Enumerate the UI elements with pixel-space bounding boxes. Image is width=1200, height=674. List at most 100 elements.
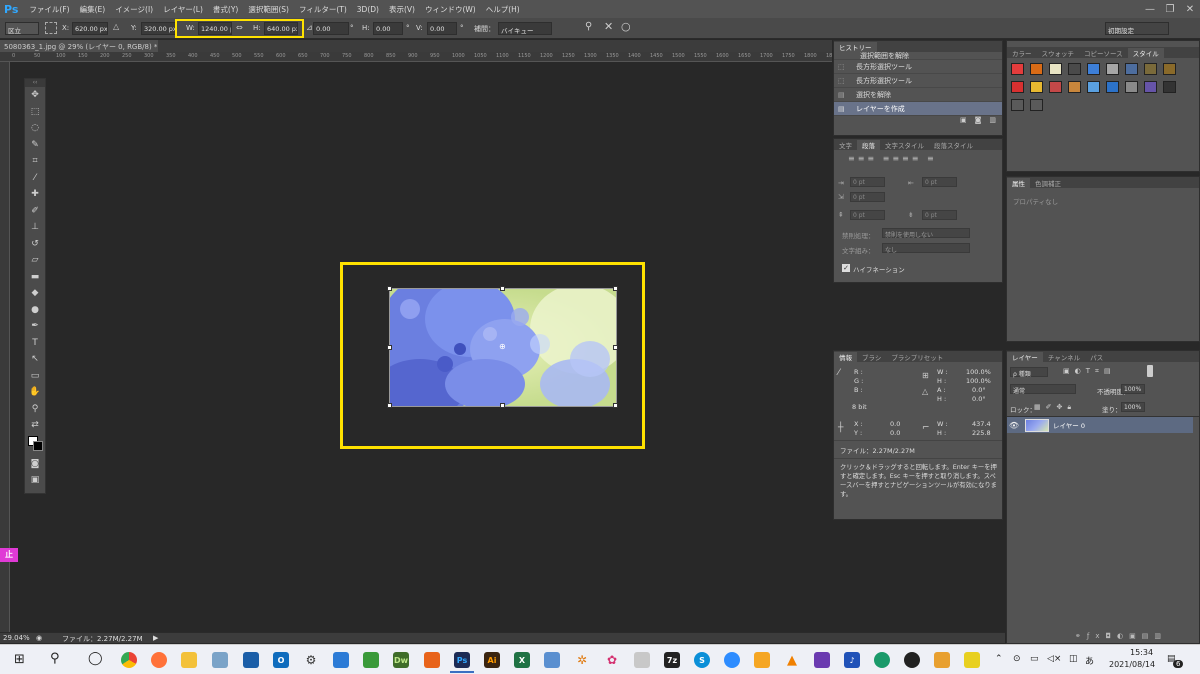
menu-window[interactable]: ウィンドウ(W) (420, 4, 481, 15)
transform-handle-tr[interactable] (613, 286, 618, 291)
close-window-button[interactable]: ✕ (1180, 4, 1200, 15)
y-field[interactable]: 320.00 px (141, 22, 177, 35)
document-tab[interactable]: 5080363_1.jpg @ 29% (レイヤー 0, RGB/8) * (0, 40, 158, 52)
shape-tool-icon[interactable]: ▭ (25, 368, 45, 385)
clone-stamp-icon[interactable]: ⊥ (25, 219, 45, 236)
filter-toggle-icon[interactable] (1147, 365, 1153, 377)
minimize-button[interactable]: — (1140, 4, 1160, 15)
app-icon[interactable] (874, 652, 890, 668)
x-field[interactable]: 620.00 px (72, 22, 108, 35)
vskew-field[interactable]: 0.00 (427, 22, 457, 35)
status-icon[interactable]: ◉ (36, 634, 42, 642)
reference-point-icon[interactable] (45, 22, 57, 34)
clock-time[interactable]: 15:34 (1130, 648, 1153, 657)
menu-filter[interactable]: フィルター(T) (294, 4, 352, 15)
menu-view[interactable]: 表示(V) (384, 4, 420, 15)
app-icon[interactable] (544, 652, 560, 668)
butterfly-icon[interactable]: ✲ (574, 652, 590, 668)
menu-help[interactable]: ヘルプ(H) (481, 4, 525, 15)
tab-character-style[interactable]: 文字スタイル (880, 140, 929, 150)
firefox-icon[interactable] (151, 652, 167, 668)
pen-tool-icon[interactable]: ✒ (25, 318, 45, 335)
style-swatch[interactable] (1068, 63, 1081, 75)
settings-gear-icon[interactable]: ⚙ (303, 652, 319, 668)
style-swatch[interactable] (1106, 63, 1119, 75)
dreamweaver-icon[interactable]: Dw (393, 652, 409, 668)
app-icon[interactable] (634, 652, 650, 668)
background-color[interactable] (33, 440, 43, 451)
history-item[interactable]: 選択範囲を解除 (834, 52, 1002, 60)
style-swatch[interactable] (1163, 63, 1176, 75)
app-icon[interactable] (363, 652, 379, 668)
blur-tool-icon[interactable]: ◆ (25, 285, 45, 302)
eyedropper-tool-icon[interactable]: ⁄ (25, 170, 45, 187)
history-item[interactable]: ⬚ 長方形選択ツール (834, 60, 1002, 74)
record-app-icon[interactable] (904, 652, 920, 668)
style-swatch[interactable] (1011, 81, 1024, 93)
first-line-field[interactable]: 0 pt (850, 192, 885, 202)
app-icon[interactable] (212, 652, 228, 668)
angle-field[interactable]: 0.00 (313, 22, 349, 35)
transform-handle-t[interactable] (500, 286, 505, 291)
app-icon[interactable] (934, 652, 950, 668)
zoom-tool-icon[interactable]: ⚲ (25, 401, 45, 418)
fill-field[interactable]: 100% (1121, 402, 1145, 412)
tab-swatches[interactable]: スウォッチ (1037, 48, 1080, 58)
tray-chevron-icon[interactable]: ⌃ (995, 654, 1003, 664)
style-swatch[interactable] (1106, 81, 1119, 93)
new-doc-icon[interactable]: ▣ (960, 116, 967, 126)
hand-tool-icon[interactable]: ✋ (25, 384, 45, 401)
menu-image[interactable]: イメージ(I) (110, 4, 158, 15)
dodge-tool-icon[interactable]: ● (25, 302, 45, 319)
transform-handle-b[interactable] (500, 403, 505, 408)
style-swatch[interactable] (1125, 63, 1138, 75)
transform-handle-tl[interactable] (387, 286, 392, 291)
transform-handle-r[interactable] (613, 345, 618, 350)
chrome-icon[interactable] (121, 652, 137, 668)
style-swatch[interactable] (1144, 81, 1157, 93)
transform-handle-br[interactable] (613, 403, 618, 408)
commit-transform-icon[interactable]: ○ (621, 20, 631, 33)
layer-filter-select[interactable]: ρ 種類 (1010, 367, 1048, 378)
tab-layers[interactable]: レイヤー (1007, 351, 1043, 362)
indent-right-field[interactable]: 0 pt (922, 177, 957, 187)
blend-mode-select[interactable]: 通常 (1010, 384, 1076, 395)
style-swatch[interactable] (1030, 81, 1043, 93)
app-icon[interactable] (424, 652, 440, 668)
style-swatch[interactable] (1163, 81, 1176, 93)
lasso-tool-icon[interactable]: ◌ (25, 120, 45, 137)
cancel-transform-icon[interactable]: ✕ (604, 20, 613, 33)
app-icon[interactable] (333, 652, 349, 668)
network-icon[interactable]: ◫ (1069, 654, 1078, 664)
healing-brush-icon[interactable]: ✚ (25, 186, 45, 203)
side-badge[interactable]: 止 (0, 548, 18, 562)
style-swatch[interactable] (1049, 81, 1062, 93)
style-swatch[interactable] (1068, 81, 1081, 93)
visibility-eye-icon[interactable]: 👁︎ (1007, 421, 1021, 430)
transform-handle-bl[interactable] (387, 403, 392, 408)
workspace-select[interactable]: 初期設定 (1105, 22, 1169, 35)
move-tool-icon[interactable]: ✥ (25, 87, 45, 104)
tab-color[interactable]: カラー (1007, 48, 1037, 58)
color-swatches[interactable] (25, 434, 45, 456)
quick-select-tool-icon[interactable]: ✎ (25, 137, 45, 154)
tab-brush[interactable]: ブラシ (857, 352, 886, 362)
menu-3d[interactable]: 3D(D) (352, 5, 384, 14)
space-before-field[interactable]: 0 pt (850, 210, 885, 220)
tab-paragraph-style[interactable]: 段落スタイル (929, 140, 978, 150)
status-menu-arrow[interactable]: ▶ (153, 634, 158, 642)
zoom-level[interactable]: 29.04% (3, 634, 30, 642)
tab-adjustments[interactable]: 色調補正 (1030, 178, 1066, 188)
tab-clone-source[interactable]: コピーソース (1079, 48, 1128, 58)
history-item[interactable]: ▤ 選択を解除 (834, 88, 1002, 102)
default-colors-icon[interactable]: ⇄ (25, 417, 45, 434)
warp-toggle-icon[interactable]: ⚲ (585, 21, 592, 32)
menu-file[interactable]: ファイル(F) (24, 4, 74, 15)
photoshop-icon[interactable]: Ps (454, 652, 470, 668)
menu-edit[interactable]: 編集(E) (75, 4, 111, 15)
layer-row[interactable]: 👁︎ レイヤー 0 (1007, 417, 1193, 433)
tray-app-icon[interactable]: ⊙ (1013, 654, 1021, 664)
history-item[interactable]: ⬚ 長方形選択ツール (834, 74, 1002, 88)
tab-character[interactable]: 文字 (834, 140, 857, 150)
app-icon[interactable] (754, 652, 770, 668)
